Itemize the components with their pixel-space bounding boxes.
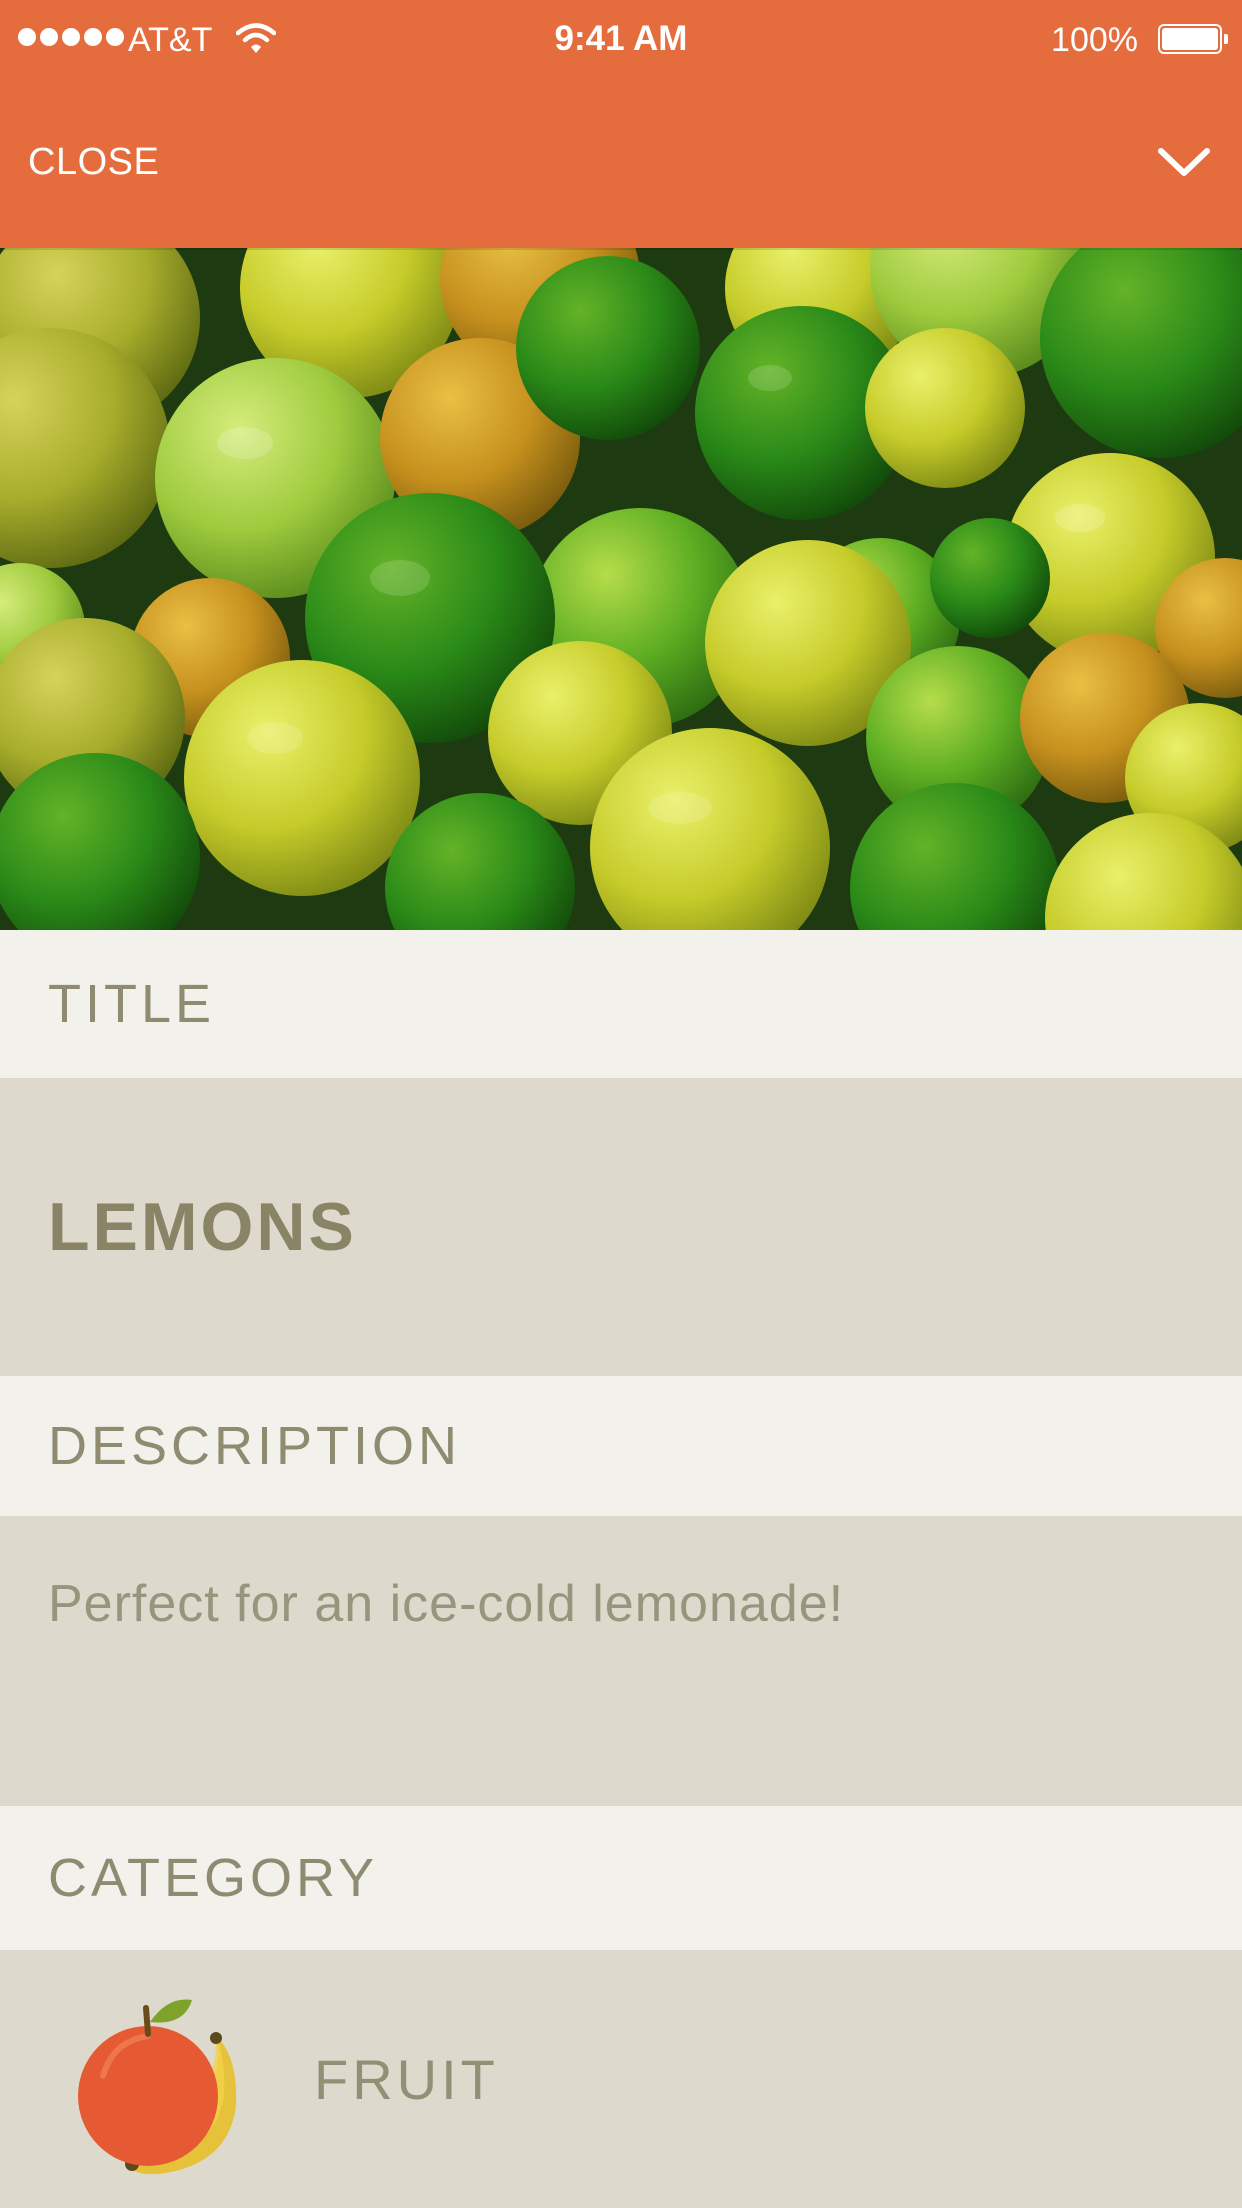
top-bar: AT&T 9:41 AM 100% CLOSE bbox=[0, 0, 1242, 248]
chevron-down-icon bbox=[1158, 148, 1210, 176]
item-detail-screen: AT&T 9:41 AM 100% CLOSE TITLE LEMONS DES… bbox=[0, 0, 1242, 2208]
hero-image bbox=[0, 248, 1242, 930]
description-label: DESCRIPTION bbox=[0, 1376, 1242, 1516]
category-label: CATEGORY bbox=[0, 1806, 1242, 1950]
title-field[interactable]: LEMONS bbox=[0, 1078, 1242, 1376]
status-bar: AT&T 9:41 AM 100% bbox=[0, 0, 1242, 80]
category-selector[interactable]: FRUIT bbox=[0, 1950, 1242, 2208]
title-label: TITLE bbox=[0, 930, 1242, 1078]
limes-photo bbox=[0, 248, 1242, 930]
fruit-apple-banana-icon bbox=[78, 1999, 237, 2175]
description-field[interactable]: Perfect for an ice-cold lemonade! bbox=[0, 1516, 1242, 1806]
close-button[interactable]: CLOSE bbox=[28, 140, 159, 184]
category-value: FRUIT bbox=[314, 2048, 499, 2111]
battery-percentage: 100% bbox=[1051, 21, 1138, 59]
collapse-button[interactable] bbox=[1156, 140, 1212, 184]
battery-icon bbox=[1158, 24, 1228, 54]
